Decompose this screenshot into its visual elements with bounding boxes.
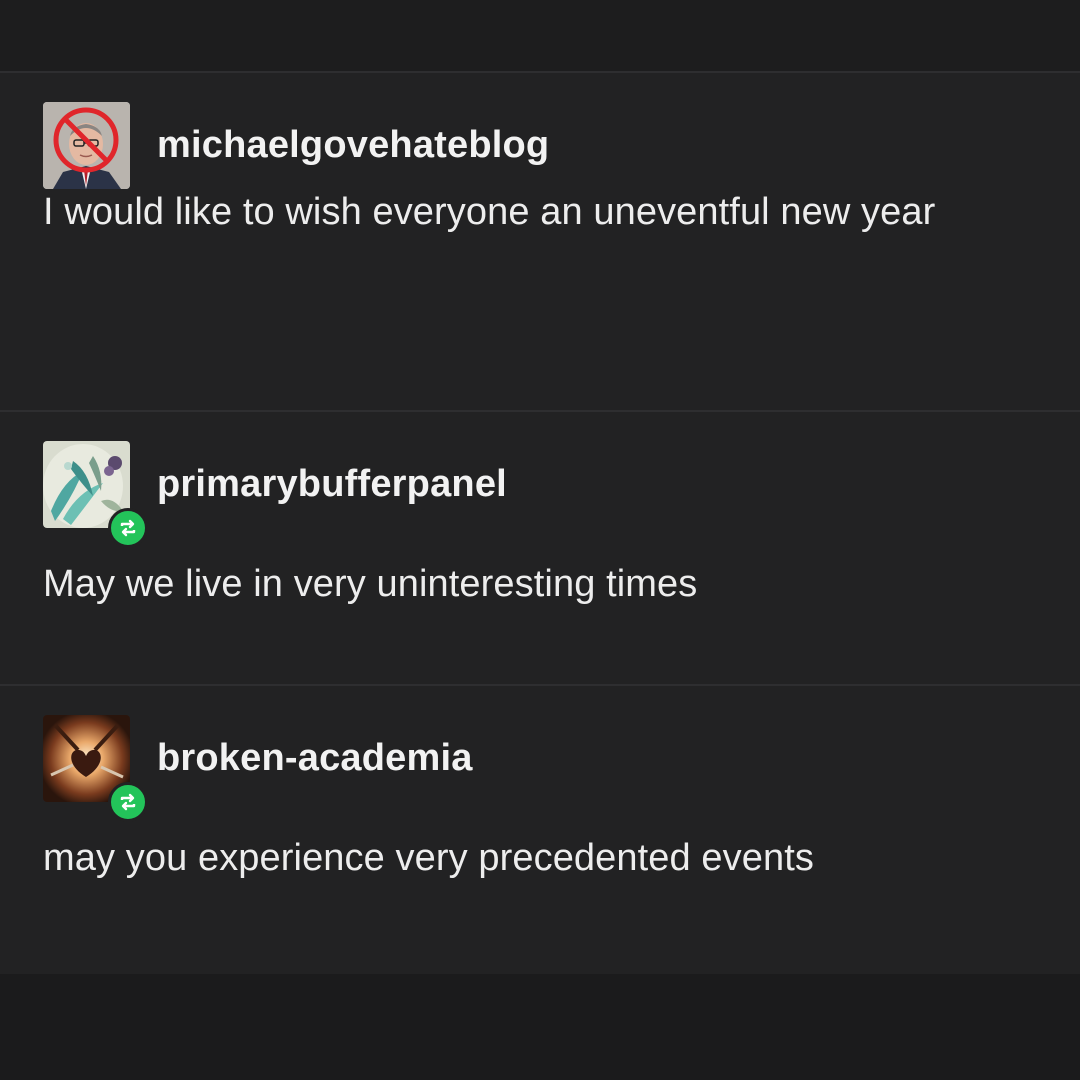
post-broken-academia: broken-academia may you experience very …: [0, 686, 1080, 974]
reblog-icon: [120, 519, 136, 536]
reblog-badge: [108, 781, 148, 822]
top-bar: [0, 0, 1080, 72]
post-body: May we live in very uninteresting times: [43, 563, 698, 605]
post-body: may you experience very precedented even…: [43, 837, 814, 879]
reblog-icon: [120, 793, 136, 810]
post-primarybufferpanel: primarybufferpanel May we live in very u…: [0, 412, 1080, 684]
avatar[interactable]: [43, 101, 130, 189]
avatar[interactable]: [43, 714, 148, 822]
post-body: I would like to wish everyone an unevent…: [43, 191, 936, 233]
username[interactable]: primarybufferpanel: [157, 463, 507, 506]
bottom-area: [0, 974, 1080, 1080]
crossed-out-portrait-avatar-icon: [43, 101, 130, 189]
username[interactable]: michaelgovehateblog: [157, 124, 549, 167]
post-michaelgovehateblog: michaelgovehateblog I would like to wish…: [0, 73, 1080, 410]
post-header: michaelgovehateblog: [43, 101, 549, 189]
post-header: primarybufferpanel: [43, 440, 507, 548]
reblog-badge: [108, 507, 148, 548]
post-header: broken-academia: [43, 714, 473, 822]
username[interactable]: broken-academia: [157, 737, 473, 780]
avatar[interactable]: [43, 440, 148, 548]
